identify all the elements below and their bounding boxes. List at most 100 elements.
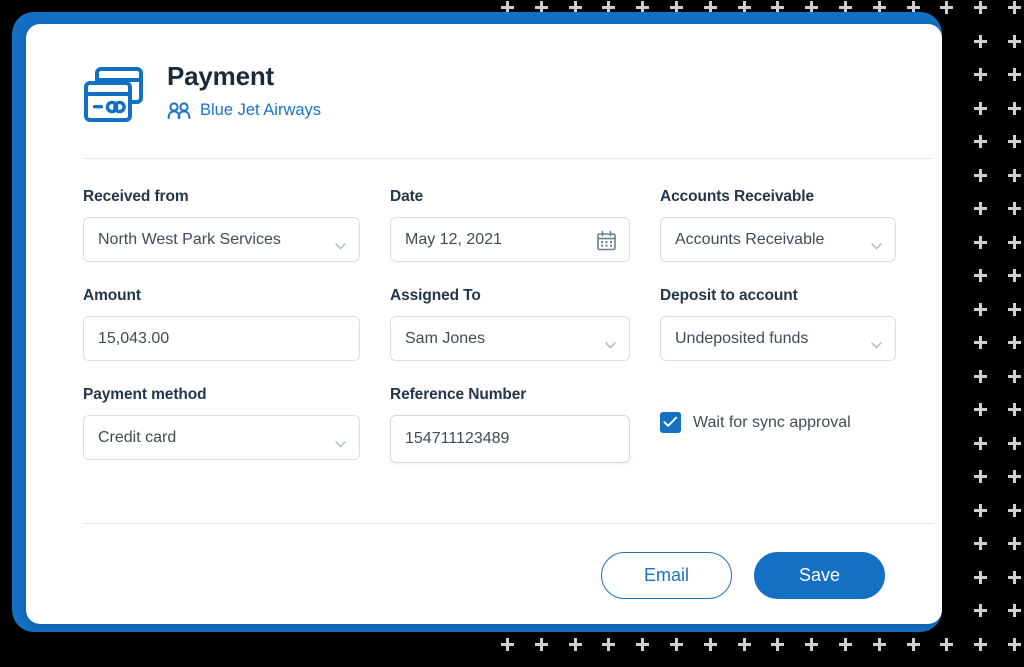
plus-mark [1008, 1, 1021, 14]
header-text-group: Payment Blue Jet Airways [167, 62, 321, 120]
plus-mark [974, 503, 988, 517]
field-label: Received from [83, 188, 189, 205]
payment-form: Received from North West Park Services D… [83, 188, 938, 488]
plus-mark [974, 637, 988, 651]
checkbox-label: Wait for sync approval [693, 413, 851, 431]
plus-mark [839, 637, 852, 651]
field-amount: Amount 15,043.00 [83, 287, 390, 361]
plus-mark [974, 302, 988, 316]
field-value: Undeposited funds [675, 329, 809, 347]
chevron-down-icon [335, 435, 346, 448]
plus-mark [602, 637, 616, 651]
chevron-down-icon [871, 336, 882, 349]
plus-mark [501, 637, 514, 651]
accounts-receivable-select[interactable]: Accounts Receivable [660, 217, 896, 262]
plus-mark [974, 34, 988, 48]
header-divider [83, 158, 934, 159]
checkbox-checked-icon[interactable] [660, 412, 681, 433]
plus-mark [1008, 302, 1021, 316]
field-label: Amount [83, 287, 141, 304]
card-header: Payment Blue Jet Airways [83, 62, 321, 124]
plus-mark [974, 336, 988, 349]
plus-mark [1008, 470, 1021, 483]
plus-mark [1008, 101, 1021, 115]
plus-mark [1008, 235, 1021, 249]
plus-mark [1008, 369, 1021, 383]
plus-mark [974, 135, 988, 148]
plus-mark [1008, 68, 1021, 81]
field-reference-number: Reference Number 154711123489 [390, 386, 660, 463]
reference-number-input[interactable]: 154711123489 [390, 415, 630, 463]
customer-name: Blue Jet Airways [200, 100, 322, 119]
plus-mark [1008, 637, 1021, 651]
field-value: Accounts Receivable [675, 230, 825, 248]
field-label: Assigned To [390, 287, 481, 304]
plus-mark [1008, 202, 1021, 215]
plus-mark [1008, 604, 1021, 617]
form-row: Received from North West Park Services D… [83, 188, 938, 262]
received-from-select[interactable]: North West Park Services [83, 217, 360, 262]
field-received-from: Received from North West Park Services [83, 188, 390, 262]
date-input[interactable]: May 12, 2021 [390, 217, 630, 262]
plus-mark [974, 1, 988, 14]
chevron-down-icon [871, 237, 882, 250]
screen: Payment Blue Jet Airways Received from N… [0, 0, 1024, 667]
field-payment-method: Payment method Credit card [83, 386, 390, 463]
plus-mark [1008, 269, 1021, 282]
field-label: Deposit to account [660, 287, 798, 304]
plus-mark [974, 604, 988, 617]
sync-approval-group: Wait for sync approval [660, 386, 920, 463]
plus-mark [872, 637, 886, 651]
plus-mark [974, 436, 988, 450]
plus-mark [974, 68, 988, 81]
email-button[interactable]: Email [601, 552, 732, 599]
wait-for-sync-approval-checkbox[interactable]: Wait for sync approval [660, 412, 920, 433]
field-deposit-to-account: Deposit to account Undeposited funds [660, 287, 920, 361]
assigned-to-select[interactable]: Sam Jones [390, 316, 630, 361]
form-row: Amount 15,043.00 Assigned To Sam Jones D… [83, 287, 938, 361]
field-label: Payment method [83, 386, 207, 403]
calendar-icon[interactable] [596, 230, 617, 251]
field-date: Date May 12, 2021 [390, 188, 660, 262]
deposit-to-account-select[interactable]: Undeposited funds [660, 316, 896, 361]
credit-cards-icon [83, 66, 145, 124]
field-assigned-to: Assigned To Sam Jones [390, 287, 660, 361]
customer-link[interactable]: Blue Jet Airways [167, 101, 321, 120]
plus-mark [1008, 34, 1021, 48]
plus-mark [974, 269, 988, 282]
plus-mark [534, 637, 548, 651]
payment-method-select[interactable]: Credit card [83, 415, 360, 460]
plus-mark [1008, 168, 1021, 182]
field-value: Sam Jones [405, 329, 486, 347]
plus-mark [940, 1, 954, 14]
plus-mark [906, 637, 920, 651]
plus-mark [1008, 570, 1021, 584]
plus-mark [974, 202, 988, 215]
field-value: North West Park Services [98, 230, 281, 248]
chevron-down-icon [335, 237, 346, 250]
plus-mark [1008, 135, 1021, 148]
plus-mark [805, 637, 819, 651]
field-value: 15,043.00 [98, 329, 170, 347]
plus-mark [737, 637, 751, 651]
plus-mark [1008, 336, 1021, 349]
chevron-down-icon [605, 336, 616, 349]
plus-mark [974, 570, 988, 584]
amount-input[interactable]: 15,043.00 [83, 316, 360, 361]
plus-mark [636, 637, 650, 651]
page-title: Payment [167, 61, 274, 91]
plus-mark [703, 637, 717, 651]
plus-mark [670, 637, 683, 651]
plus-mark [1008, 403, 1021, 416]
plus-mark [974, 403, 988, 416]
plus-mark [1008, 503, 1021, 517]
plus-mark [940, 637, 954, 651]
plus-mark [974, 168, 988, 182]
plus-mark [974, 369, 988, 383]
footer-divider [83, 523, 934, 524]
field-value: Credit card [98, 428, 177, 446]
plus-mark [974, 537, 988, 550]
plus-mark [974, 235, 988, 249]
save-button[interactable]: Save [754, 552, 885, 599]
people-icon [167, 101, 191, 119]
